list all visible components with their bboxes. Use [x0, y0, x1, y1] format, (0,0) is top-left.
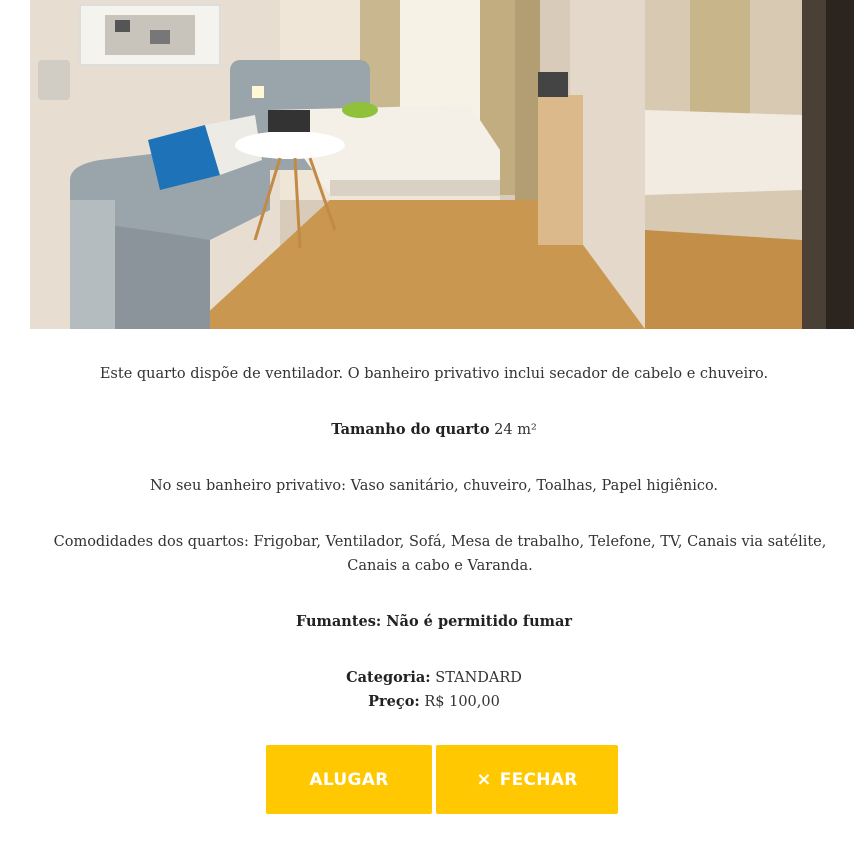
room-category: Categoria: STANDARD — [0, 666, 868, 690]
close-icon: × — [476, 769, 492, 790]
close-button-label: FECHAR — [499, 769, 578, 790]
category-label: Categoria: — [346, 669, 431, 686]
room-photo — [30, 0, 854, 329]
room-description: Este quarto dispõe de ventilador. O banh… — [99, 366, 769, 382]
smoking-policy: Fumantes: Não é permitido fumar — [0, 610, 868, 634]
room-size-value: 24 m² — [494, 422, 537, 438]
price-label: Preço: — [368, 693, 420, 710]
close-button[interactable]: × FECHAR — [436, 745, 618, 814]
amenities-info: Comodidades dos quartos: Frigobar, Venti… — [53, 534, 827, 574]
room-size-label: Tamanho do quarto — [331, 421, 490, 438]
rent-button[interactable]: ALUGAR — [266, 745, 432, 814]
category-value: STANDARD — [435, 670, 522, 686]
smoking-policy-text: Fumantes: Não é permitido fumar — [295, 613, 573, 630]
rent-button-label: ALUGAR — [309, 769, 389, 790]
room-size: Tamanho do quarto 24 m² — [0, 418, 868, 442]
room-price: Preço: R$ 100,00 — [0, 690, 868, 714]
price-value: R$ 100,00 — [424, 694, 500, 710]
bathroom-info: No seu banheiro privativo: Vaso sanitári… — [149, 478, 719, 494]
